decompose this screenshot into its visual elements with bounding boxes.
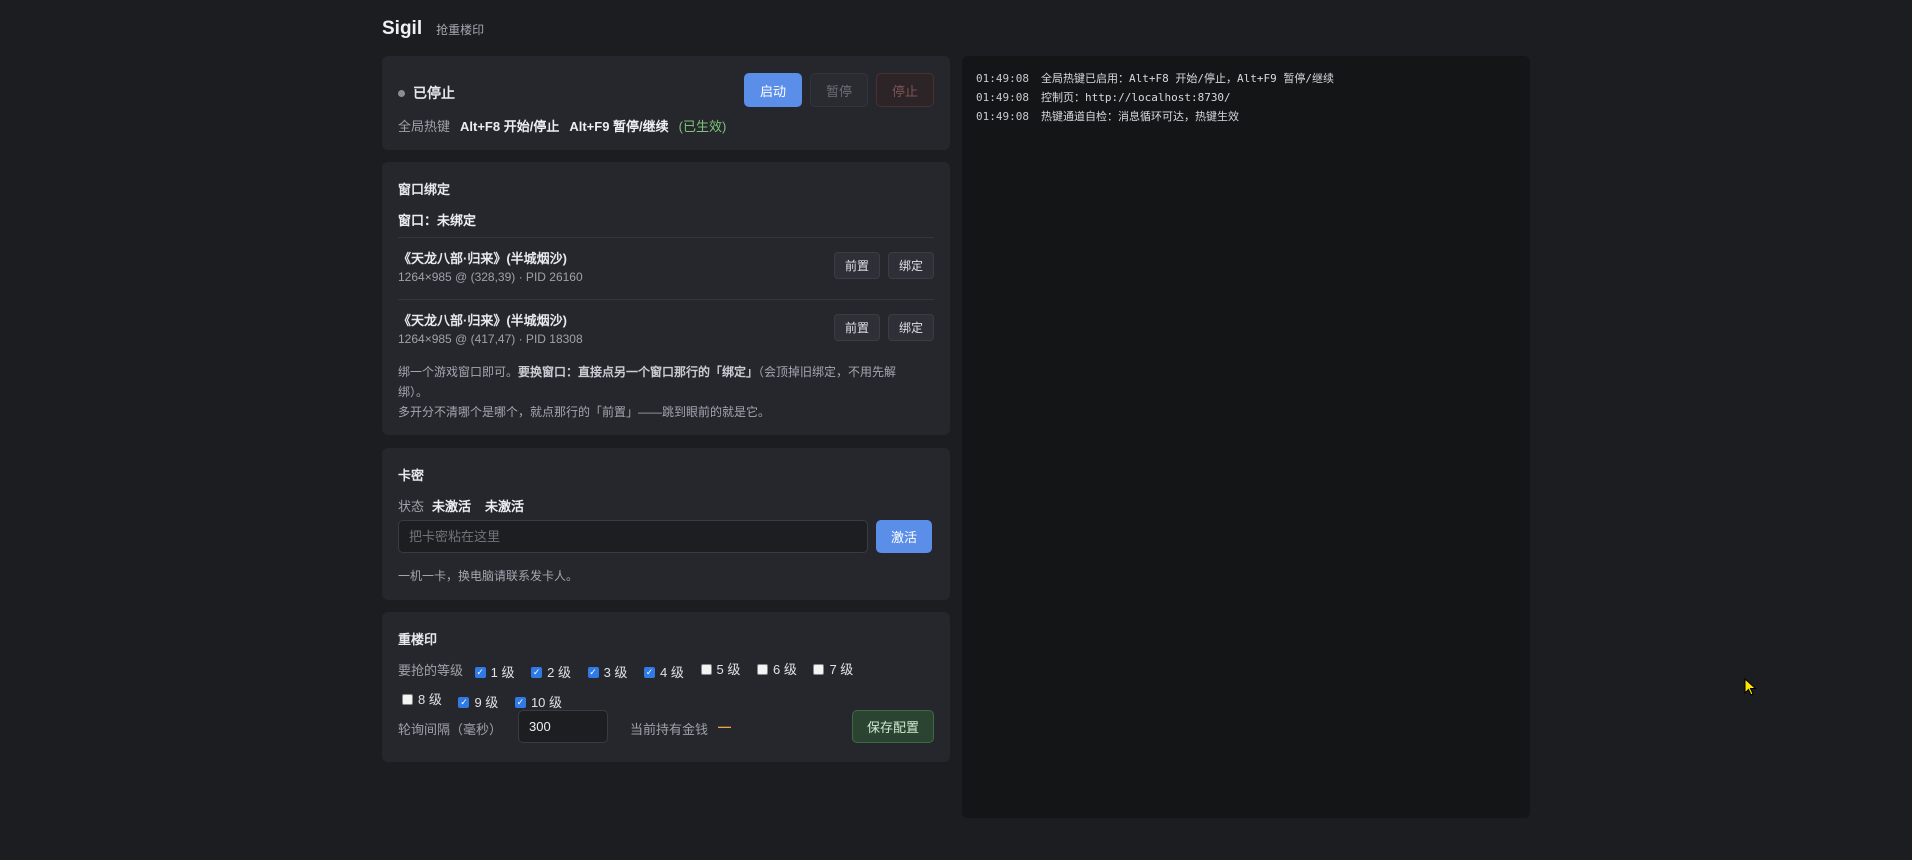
card-key-input[interactable]: [398, 520, 868, 553]
card-note: 一机一卡，换电脑请联系发卡人。: [398, 569, 579, 583]
status-text: 已停止: [413, 85, 455, 101]
activate-button[interactable]: 激活: [876, 520, 933, 553]
card-status-row: 状态 未激活 未激活: [398, 496, 524, 515]
log-line: 01:49:08 全局热键已启用：Alt+F8 开始/停止，Alt+F9 暂停/继…: [976, 69, 1334, 88]
window-list-item: 《天龙八部·归来》(半城烟沙) 1264×985 @ (328,39) · PI…: [398, 237, 934, 300]
pause-button[interactable]: 暂停: [809, 73, 868, 107]
card-status-label: 状态: [398, 499, 425, 514]
checkbox-checked-icon[interactable]: ✓: [531, 667, 543, 678]
save-config-button[interactable]: 保存配置: [851, 710, 934, 743]
level-checkbox[interactable]: ✓ 9 级: [458, 689, 498, 716]
start-button[interactable]: 启动: [743, 73, 802, 107]
window-name: 《天龙八部·归来》(半城烟沙): [398, 251, 567, 266]
checkbox-checked-icon[interactable]: ✓: [474, 667, 486, 678]
level-checkbox[interactable]: 7 级: [813, 656, 853, 683]
log-list: 01:49:08 全局热键已启用：Alt+F8 开始/停止，Alt+F9 暂停/继…: [976, 69, 1334, 126]
app-title: Sigil: [382, 18, 423, 39]
bind-button[interactable]: 绑定: [887, 252, 934, 279]
help-text-1b: 要换窗口：直接点另一个窗口那行的「绑定」: [518, 365, 759, 379]
interval-input[interactable]: [518, 710, 608, 743]
window-name: 《天龙八部·归来》(半城烟沙): [398, 313, 567, 328]
checkbox-unchecked-icon[interactable]: [402, 694, 413, 705]
checkbox-checked-icon[interactable]: ✓: [644, 667, 656, 678]
seal-panel: 重楼印 要抢的等级 ✓ 1 级 ✓ 2 级 ✓ 3 级 ✓ 4 级 5 级 6 级 7 …: [382, 612, 950, 762]
window-list-item: 《天龙八部·归来》(半城烟沙) 1264×985 @ (417,47) · PI…: [398, 299, 934, 362]
hotkey-pause: Alt+F9 暂停/继续: [569, 119, 669, 134]
checkbox-unchecked-icon[interactable]: [700, 664, 712, 675]
log-text: 热键通道自检：消息循环可达，热键生效: [1040, 110, 1239, 123]
level-checkbox[interactable]: 6 级: [756, 656, 797, 683]
status-panel: 已停止 启动 暂停 停止 全局热键 Alt+F8 开始/停止 Alt+F9 暂停…: [382, 56, 950, 150]
level-checkbox[interactable]: ✓ 3 级: [587, 659, 627, 686]
interval-label: 轮询间隔（毫秒）: [398, 722, 503, 737]
bring-front-button[interactable]: 前置: [833, 314, 880, 341]
bind-button[interactable]: 绑定: [887, 314, 934, 341]
window-binding-panel: 窗口绑定 窗口：未绑定 《天龙八部·归来》(半城烟沙) 1264×985 @ (…: [382, 162, 950, 435]
log-text: 全局热键已启用：Alt+F8 开始/停止，Alt+F9 暂停/继续: [1040, 72, 1334, 85]
levels-label: 要抢的等级: [398, 663, 464, 678]
control-buttons: 启动 暂停 停止: [743, 73, 934, 107]
log-time: 01:49:08: [976, 91, 1029, 104]
hotkey-label: 全局热键: [398, 119, 451, 134]
app-header: Sigil 抢重楼印: [382, 18, 484, 40]
seal-title: 重楼印: [398, 632, 438, 647]
card-status-value: 未激活: [432, 499, 472, 514]
card-panel: 卡密 状态 未激活 未激活 激活 一机一卡，换电脑请联系发卡人。: [382, 448, 950, 600]
checkbox-checked-icon[interactable]: ✓: [458, 697, 470, 708]
level-checkbox[interactable]: ✓ 4 级: [644, 659, 684, 686]
help-text-1a: 绑一个游戏窗口即可。: [398, 365, 519, 379]
help-text-2: 多开分不清哪个是哪个，就点那行的「前置」——跳到眼前的就是它。: [398, 405, 771, 419]
level-checkbox[interactable]: 8 级: [402, 686, 442, 713]
log-line: 01:49:08 控制页：http://localhost:8730/: [976, 88, 1334, 107]
hotkey-start: Alt+F8 开始/停止: [460, 119, 560, 134]
hotkey-state: (已生效): [678, 119, 727, 134]
log-panel[interactable]: 01:49:08 全局热键已启用：Alt+F8 开始/停止，Alt+F9 暂停/继…: [962, 56, 1530, 818]
mouse-cursor-icon: [1744, 678, 1757, 696]
log-text: 控制页：http://localhost:8730/: [1040, 91, 1231, 104]
card-title: 卡密: [398, 468, 425, 483]
card-status-value-2: 未激活: [485, 499, 525, 514]
app-subtitle: 抢重楼印: [436, 23, 485, 37]
current-window-label: 窗口：未绑定: [398, 213, 477, 228]
window-help-text: 绑一个游戏窗口即可。要换窗口：直接点另一个窗口那行的「绑定」（会顶掉旧绑定，不用…: [398, 362, 910, 422]
window-meta: 1264×985 @ (417,47) · PID 18308: [398, 332, 583, 346]
checkbox-checked-icon[interactable]: ✓: [514, 697, 526, 708]
money-label: 当前持有金钱: [630, 722, 709, 737]
hotkey-row: 全局热键 Alt+F8 开始/停止 Alt+F9 暂停/继续 (已生效): [398, 116, 726, 135]
log-line: 01:49:08 热键通道自检：消息循环可达，热键生效: [976, 107, 1334, 126]
checkbox-checked-icon[interactable]: ✓: [587, 667, 599, 678]
bring-front-button[interactable]: 前置: [833, 252, 880, 279]
level-checkbox[interactable]: 5 级: [700, 656, 740, 683]
money-value: —: [718, 719, 732, 734]
log-time: 01:49:08: [976, 72, 1029, 85]
money-row: 当前持有金钱 —: [630, 719, 731, 738]
log-time: 01:49:08: [976, 110, 1029, 123]
window-binding-title: 窗口绑定: [398, 182, 451, 197]
stop-button[interactable]: 停止: [875, 73, 934, 107]
window-meta: 1264×985 @ (328,39) · PID 26160: [398, 270, 583, 284]
checkbox-unchecked-icon[interactable]: [813, 664, 825, 675]
checkbox-unchecked-icon[interactable]: [756, 664, 768, 675]
level-checkbox[interactable]: ✓ 2 级: [531, 659, 571, 686]
level-checkbox[interactable]: ✓ 1 级: [474, 659, 514, 686]
level-checkboxes: 要抢的等级 ✓ 1 级 ✓ 2 级 ✓ 3 级 ✓ 4 级 5 级 6 级 7 级 8 …: [398, 656, 938, 716]
status-dot-icon: [398, 89, 405, 97]
status-indicator: 已停止: [398, 83, 455, 103]
